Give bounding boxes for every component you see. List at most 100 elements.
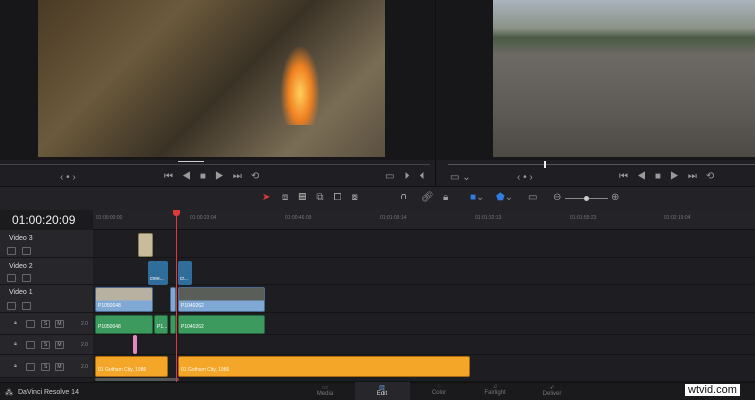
auto-select-icon[interactable] — [26, 320, 35, 328]
replace-clip-icon[interactable]: ⧇ — [352, 192, 368, 203]
lock-icon[interactable]: 🔒︎ — [11, 341, 20, 349]
track-header-audio-2[interactable]: 🔒︎ S M 2.0 — [0, 335, 93, 355]
ruler-label: 01:02:19:04 — [664, 215, 691, 221]
selection-tool-icon[interactable]: ➤ — [262, 192, 270, 203]
match-frame-icon[interactable]: ▭ — [385, 171, 404, 182]
edit-icon: ▥ — [379, 385, 385, 391]
page-media[interactable]: ▭ Media — [300, 384, 350, 397]
campfire-image — [280, 45, 320, 125]
track-name: Video 2 — [9, 263, 33, 270]
source-viewer-frame — [38, 0, 385, 157]
zoom-slider-handle[interactable] — [584, 196, 589, 201]
timeline-scrollbar[interactable] — [95, 378, 179, 381]
video-clip[interactable] — [138, 233, 153, 257]
last-frame-icon[interactable]: ⏭ — [233, 171, 251, 182]
overwrite-clip-icon[interactable]: ⧠ — [334, 192, 352, 203]
reverse-icon[interactable]: ◀ — [182, 171, 200, 182]
link-icon[interactable]: 🔗︎ — [421, 192, 434, 203]
timeline-scrub-handle[interactable] — [544, 161, 546, 168]
blade-tool-icon[interactable]: ▤ — [298, 192, 316, 203]
audio-clip[interactable]: P1040262 — [178, 315, 265, 334]
track-height-icon[interactable]: ▭ — [528, 192, 537, 203]
playhead[interactable] — [176, 210, 177, 382]
page-color[interactable]: ◌ Color — [414, 384, 464, 396]
zoom-in-icon[interactable]: ⊕ — [611, 192, 619, 203]
source-jog-handle[interactable] — [178, 161, 204, 167]
source-mark-controls[interactable]: ▭⏵⏴ — [385, 171, 434, 182]
audio-clip[interactable]: P1... — [154, 315, 168, 334]
insert-clip-icon[interactable]: ⧉ — [316, 192, 333, 203]
clip-name: P1050048 — [98, 324, 121, 330]
zoom-out-icon[interactable]: ⊖ — [553, 192, 561, 203]
timeline-jog-control[interactable]: ‹ • › — [517, 172, 533, 183]
flag-icon[interactable]: ■⌄ — [470, 192, 484, 203]
source-transport[interactable]: ⏮◀■▶⏭⟲ — [164, 171, 268, 182]
track-enable-icon[interactable] — [22, 274, 31, 282]
stop-icon[interactable]: ■ — [200, 171, 215, 182]
clip-name: 01 Gotham City, 1986 — [181, 367, 230, 373]
mute-button[interactable]: M — [55, 341, 64, 349]
video-clip[interactable]: cr... — [178, 261, 192, 285]
track-enable-icon[interactable] — [22, 302, 31, 310]
play-icon[interactable]: ▶ — [215, 171, 233, 182]
lock-icon[interactable]: 🔒︎ — [443, 192, 448, 203]
track-header-video-3[interactable]: Video 3 — [0, 230, 93, 258]
viewer-options-dropdown[interactable]: ▭ ⌄ — [450, 172, 471, 183]
solo-button[interactable]: S — [41, 363, 50, 371]
media-icon: ▭ — [322, 385, 328, 391]
auto-select-icon[interactable] — [26, 341, 35, 349]
page-fairlight[interactable]: ♫ Fairlight — [470, 384, 520, 396]
timeline-toolbar — [0, 186, 755, 210]
video-clip[interactable]: P1040262 — [178, 287, 265, 312]
track-header-video-1[interactable]: Video 1 — [0, 285, 93, 313]
loop-icon[interactable]: ⟲ — [251, 171, 268, 182]
davinci-logo-icon: ⁂ — [5, 388, 13, 397]
solo-button[interactable]: S — [41, 320, 50, 328]
timeline-scrub-bar[interactable] — [448, 164, 755, 165]
snapping-icon[interactable]: ∩ — [400, 191, 407, 202]
lock-icon[interactable]: 🔒︎ — [11, 320, 20, 328]
play-icon[interactable]: ▶ — [670, 171, 688, 182]
page-edit[interactable]: ▥ Edit — [357, 384, 407, 397]
last-frame-icon[interactable]: ⏭ — [688, 171, 706, 182]
reverse-icon[interactable]: ◀ — [637, 171, 655, 182]
video-clip[interactable]: P1050048 — [95, 287, 153, 312]
track-header-video-2[interactable]: Video 2 — [0, 258, 93, 285]
source-scrub-bar[interactable] — [0, 164, 430, 165]
rocket-icon: ➶ — [549, 385, 555, 391]
lane-audio-2[interactable] — [93, 335, 755, 355]
video-clip[interactable]: cree... — [148, 261, 168, 285]
mark-in-icon[interactable]: ⏵ — [404, 171, 419, 182]
lane-video-3[interactable] — [93, 230, 755, 258]
lock-icon[interactable]: 🔒︎ — [11, 363, 20, 371]
first-frame-icon[interactable]: ⏮ — [164, 171, 182, 182]
mute-button[interactable]: M — [55, 320, 64, 328]
trim-tool-icon[interactable]: ⧈ — [282, 192, 298, 203]
auto-select-icon[interactable] — [26, 363, 35, 371]
clip-name: cree... — [150, 276, 164, 282]
stop-icon[interactable]: ■ — [655, 171, 670, 182]
audio-clip[interactable]: P1050048 — [95, 315, 153, 334]
mark-out-icon[interactable]: ⏴ — [419, 171, 434, 182]
auto-select-icon[interactable] — [7, 302, 16, 310]
timeline-transport[interactable]: ⏮◀■▶⏭⟲ — [619, 171, 723, 182]
track-header-audio-1[interactable]: 🔒︎ S M 2.0 — [0, 313, 93, 335]
auto-select-icon[interactable] — [7, 247, 16, 255]
music-clip[interactable]: 01 Gotham City, 1986 — [95, 356, 168, 377]
first-frame-icon[interactable]: ⏮ — [619, 171, 637, 182]
edit-tools[interactable]: ⧈▤⧉⧠⧇ — [282, 192, 368, 203]
page-deliver[interactable]: ➶ Deliver — [527, 384, 577, 397]
source-jog-control[interactable]: ‹ • › — [60, 172, 76, 183]
track-enable-icon[interactable] — [22, 247, 31, 255]
track-name: Video 1 — [9, 289, 33, 296]
solo-button[interactable]: S — [41, 341, 50, 349]
track-header-audio-3[interactable]: 🔒︎ S M 2.0 — [0, 355, 93, 378]
lane-video-2[interactable] — [93, 258, 755, 285]
auto-select-icon[interactable] — [7, 274, 16, 282]
mute-button[interactable]: M — [55, 363, 64, 371]
loop-icon[interactable]: ⟲ — [706, 171, 723, 182]
playhead-handle[interactable] — [173, 210, 180, 216]
music-clip[interactable]: 01 Gotham City, 1986 — [178, 356, 470, 377]
marker-icon[interactable]: ⬟⌄ — [496, 192, 513, 203]
audio-clip[interactable] — [133, 335, 137, 354]
